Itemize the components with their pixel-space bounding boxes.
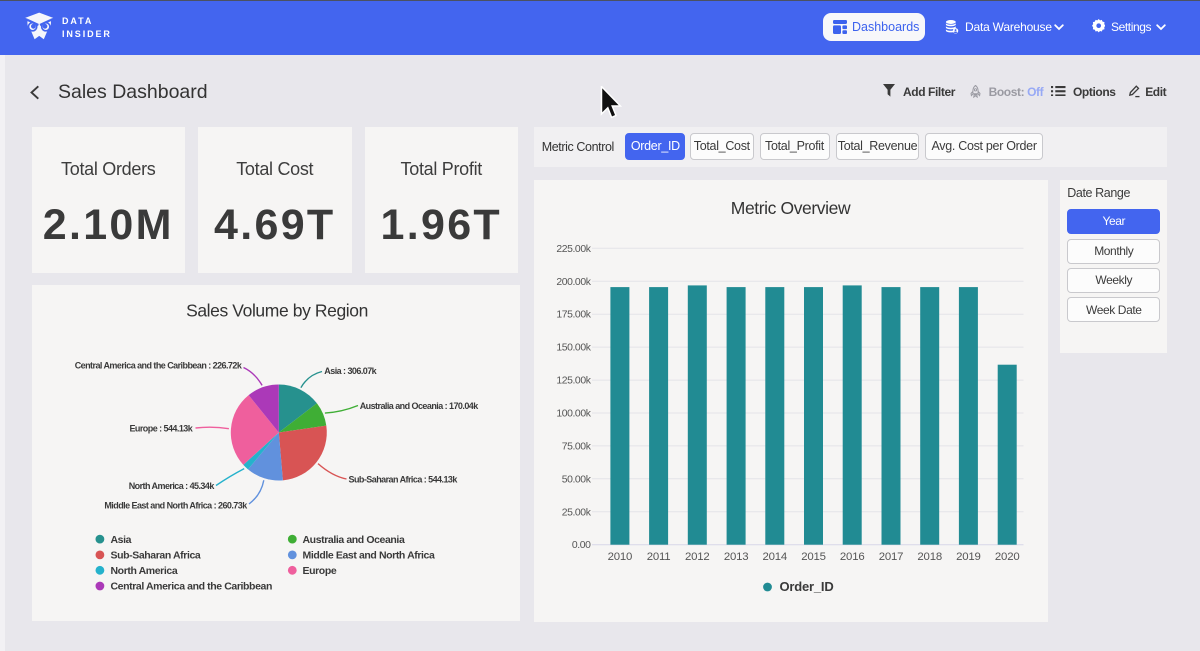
svg-text:Central America and the Caribb: Central America and the Caribbean — [110, 581, 271, 593]
svg-text:225.00k: 225.00k — [556, 243, 591, 254]
svg-text:North America : 45.34k: North America : 45.34k — [128, 481, 215, 491]
svg-text:Europe : 544.13k: Europe : 544.13k — [129, 424, 193, 434]
svg-text:Australia and Oceania : 170.04: Australia and Oceania : 170.04k — [359, 401, 479, 411]
svg-text:100.00k: 100.00k — [556, 408, 591, 419]
svg-text:50.00k: 50.00k — [561, 474, 591, 485]
svg-text:Europe: Europe — [302, 565, 336, 577]
svg-text:25.00k: 25.00k — [561, 507, 591, 518]
svg-text:2016: 2016 — [839, 551, 864, 563]
svg-text:Central America and the Caribb: Central America and the Caribbean : 226.… — [74, 361, 242, 371]
svg-text:2013: 2013 — [723, 551, 748, 563]
svg-text:Sub-Saharan Africa : 544.13k: Sub-Saharan Africa : 544.13k — [348, 475, 458, 485]
svg-text:2017: 2017 — [878, 551, 903, 563]
svg-text:Asia: Asia — [110, 534, 131, 546]
svg-text:Middle East and North Africa: Middle East and North Africa — [302, 550, 434, 562]
svg-text:Australia and Oceania: Australia and Oceania — [302, 534, 404, 546]
svg-text:Asia : 306.07k: Asia : 306.07k — [324, 366, 377, 376]
svg-text:Order_ID: Order_ID — [779, 578, 833, 593]
svg-text:2020: 2020 — [994, 551, 1019, 563]
svg-text:Middle East and North Africa :: Middle East and North Africa : 260.73k — [104, 500, 248, 510]
svg-text:Metric Overview: Metric Overview — [730, 198, 850, 218]
svg-text:0.00: 0.00 — [571, 540, 590, 551]
svg-text:2018: 2018 — [917, 551, 942, 563]
svg-text:150.00k: 150.00k — [556, 342, 591, 353]
svg-text:2019: 2019 — [956, 551, 981, 563]
svg-text:North America: North America — [110, 565, 177, 577]
svg-text:Sales Volume by Region: Sales Volume by Region — [186, 301, 368, 321]
svg-text:Sub-Saharan Africa: Sub-Saharan Africa — [110, 550, 200, 562]
svg-text:175.00k: 175.00k — [556, 309, 591, 320]
svg-text:200.00k: 200.00k — [556, 276, 591, 287]
svg-text:2011: 2011 — [646, 551, 670, 563]
svg-text:75.00k: 75.00k — [561, 441, 591, 452]
svg-text:2014: 2014 — [762, 551, 787, 563]
svg-text:2012: 2012 — [685, 551, 710, 563]
svg-text:2015: 2015 — [801, 551, 826, 563]
svg-text:2010: 2010 — [607, 551, 632, 563]
svg-text:125.00k: 125.00k — [556, 375, 591, 386]
